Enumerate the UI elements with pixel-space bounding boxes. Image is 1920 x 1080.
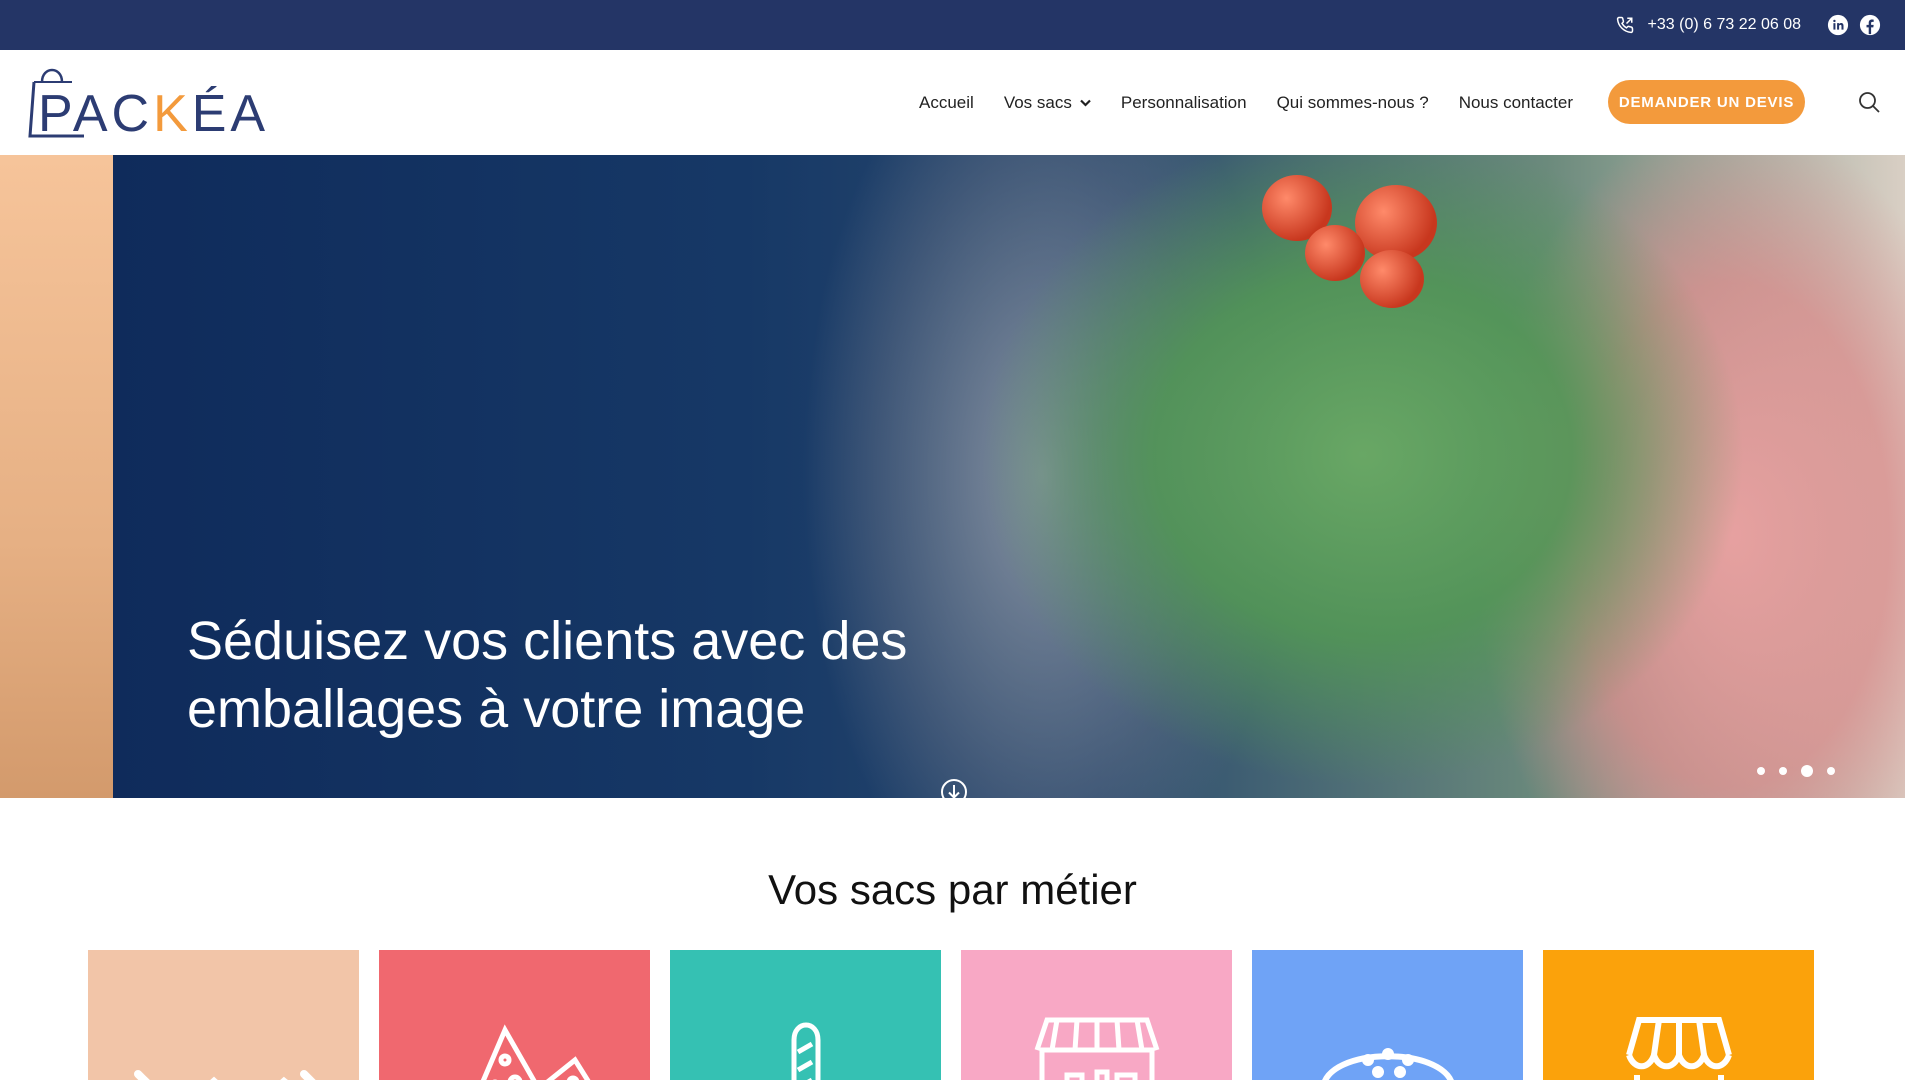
baguette-icon	[791, 1022, 820, 1080]
page: +33 (0) 6 73 22 06 08 PACKÉA Accueil Vos…	[0, 0, 1905, 1080]
tomato-decoration	[1360, 250, 1424, 308]
previous-slide-peek	[0, 155, 113, 798]
site-header: PACKÉA Accueil Vos sacs Personnalisation…	[0, 50, 1905, 155]
scroll-down-icon[interactable]	[940, 778, 968, 798]
search-icon[interactable]	[1857, 90, 1881, 114]
facebook-icon[interactable]	[1859, 14, 1881, 36]
nav-item-vos-sacs[interactable]: Vos sacs	[1004, 93, 1091, 113]
nav-item-personnalisation[interactable]: Personnalisation	[1121, 93, 1247, 113]
nav-item-accueil[interactable]: Accueil	[919, 93, 974, 113]
main-nav: Accueil Vos sacs Personnalisation Qui so…	[919, 50, 1603, 155]
chevron-down-icon	[1080, 96, 1091, 110]
slide-dot[interactable]	[1757, 767, 1765, 775]
slide-dot[interactable]	[1827, 767, 1835, 775]
shop-awning-icon	[1625, 1017, 1732, 1080]
profession-cards	[88, 950, 1814, 1080]
hero-headline: Séduisez vos clients avec des emballages…	[187, 611, 908, 739]
card-shop[interactable]	[1543, 950, 1814, 1080]
top-bar: +33 (0) 6 73 22 06 08	[0, 0, 1905, 50]
nav-item-qui-sommes-nous[interactable]: Qui sommes-nous ?	[1277, 93, 1429, 113]
nav-item-nous-contacter[interactable]: Nous contacter	[1459, 93, 1573, 113]
card-cheese[interactable]	[379, 950, 650, 1080]
slider-dots	[1757, 765, 1835, 777]
linkedin-icon[interactable]	[1827, 14, 1849, 36]
hero-slider: Séduisez vos clients avec des emballages…	[0, 155, 1905, 798]
slide-dot-active[interactable]	[1801, 765, 1813, 777]
social-links	[1827, 14, 1881, 36]
burger-icon	[1321, 1048, 1454, 1080]
card-market[interactable]	[961, 950, 1232, 1080]
phone-link[interactable]: +33 (0) 6 73 22 06 08	[1616, 0, 1801, 50]
card-bakery[interactable]	[670, 950, 941, 1080]
request-quote-button[interactable]: DEMANDER UN DEVIS	[1608, 80, 1805, 124]
section-title: Vos sacs par métier	[768, 866, 1137, 913]
tomato-decoration	[1305, 225, 1365, 281]
slide-dot[interactable]	[1779, 767, 1787, 775]
logo[interactable]: PACKÉA	[28, 62, 265, 144]
cheese-icon	[480, 1024, 590, 1080]
card-sausage[interactable]	[88, 950, 359, 1080]
market-stall-icon	[1034, 1017, 1159, 1080]
phone-icon	[1616, 16, 1633, 34]
phone-number: +33 (0) 6 73 22 06 08	[1647, 16, 1801, 33]
logo-text: PACKÉA	[38, 85, 270, 143]
card-burger[interactable]	[1252, 950, 1523, 1080]
sausage-icon	[133, 1070, 316, 1080]
